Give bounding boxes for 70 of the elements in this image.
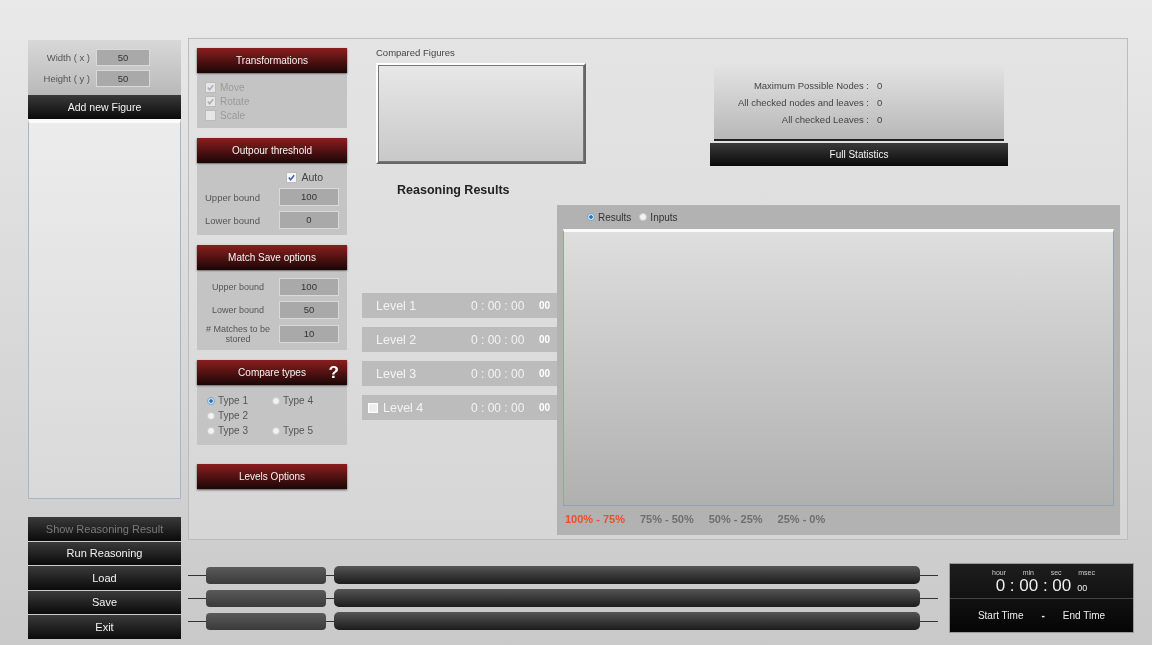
radio-button[interactable] [639,213,648,221]
radio-label: Inputs [650,211,678,223]
section-header: Match Save options [197,245,347,270]
figure-list[interactable] [28,119,181,499]
timer-msec: 00 [1077,583,1088,593]
radio-button[interactable] [207,396,215,405]
radio-button[interactable] [587,213,595,221]
level-msec: 00 [539,334,551,345]
track-handle[interactable] [206,612,326,630]
radio-label: Type 3 [218,425,249,436]
radio-button[interactable] [272,396,280,405]
add-figure-button[interactable]: Add new Figure [28,95,181,119]
checkbox[interactable] [286,171,298,183]
field-label: Lower bound [205,214,261,226]
side-button[interactable]: Run Reasoning [28,541,181,565]
side-button[interactable]: Exit [28,615,181,639]
help-button[interactable]: ? [328,360,339,385]
input-field[interactable]: 50 [279,301,339,319]
legend-label: 50% - 25% [708,513,763,525]
radio-label: Type 4 [283,395,314,406]
track-bar[interactable] [334,566,920,584]
input-field[interactable]: 10 [279,325,339,343]
field-label: Width ( x ) [45,51,90,63]
full-statistics-button[interactable]: Full Statistics [710,143,1008,166]
level-msec: 00 [539,402,551,413]
input-field[interactable]: 0 [279,211,339,229]
statistic-value: 0 [877,114,883,125]
side-button[interactable]: Save [28,590,181,614]
levels-options-button[interactable]: Levels Options [197,464,347,489]
field-label: Upper bound [210,282,265,292]
track-handle[interactable] [206,589,326,607]
legend-label: 75% - 50% [639,513,694,525]
track-bar[interactable] [334,612,920,630]
radio-label: Type 2 [218,410,249,421]
radio-button[interactable] [272,426,280,435]
section-header: Transformations [197,48,347,73]
timer-time: 0 : 00 : 00 [995,576,1072,596]
side-button[interactable]: Load [28,566,181,590]
input-field[interactable]: 100 [279,278,339,296]
end-time-label[interactable]: End Time [1062,610,1106,621]
legend-label: 25% - 0% [777,513,826,525]
statistic-value: 0 [877,80,883,91]
statistic-value: 0 [877,97,883,108]
input-field[interactable]: 50 [96,48,150,66]
track-handle[interactable] [206,566,326,584]
input-field[interactable]: 50 [96,69,150,87]
radio-label: Results [598,211,632,223]
radio-label: Type 5 [283,425,314,436]
separator: - [1041,610,1045,621]
start-time-label[interactable]: Start Time [977,610,1024,621]
field-label: Lower bound [210,305,265,315]
statistic-label: All checked Leaves : [780,114,869,125]
radio-button[interactable] [207,426,215,435]
track-bar[interactable] [334,589,920,607]
section-title: Compare types [238,366,306,380]
field-label: Upper bound [205,191,261,203]
checkbox-label: Auto [301,171,323,183]
section-header: Outpour threshold [197,138,347,163]
level-msec: 00 [539,368,551,379]
statistic-label: Maximum Possible Nodes : [752,80,869,91]
input-field[interactable]: 100 [279,188,339,206]
field-label: # Matches to be stored [205,324,271,344]
radio-button[interactable] [207,411,215,420]
field-label: Height ( y ) [42,72,90,84]
compared-figures-label: Compared Figures [376,47,456,60]
legend-label: 100% - 75% [565,513,625,525]
radio-label: Type 1 [218,395,249,406]
section-title: Reasoning Results [397,183,511,199]
statistic-label: All checked nodes and leaves : [737,97,869,108]
level-msec: 00 [539,300,551,311]
